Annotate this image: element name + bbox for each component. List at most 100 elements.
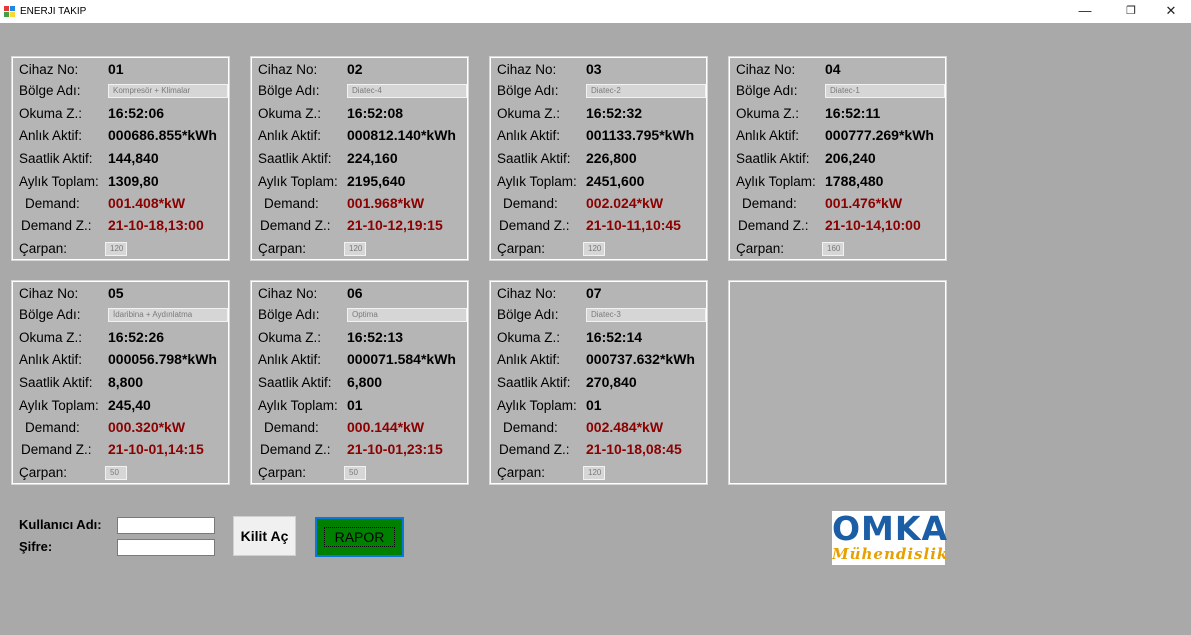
device-panel-05: Cihaz No: 05 Bölge Adı: İdaribina + Aydınla… — [11, 280, 230, 485]
value-monthly: 01 — [586, 397, 602, 413]
value-monthly: 1309,80 — [108, 173, 159, 189]
label-hourly-active: Saatlik Aktif: — [497, 375, 571, 390]
label-demand: Demand: — [503, 420, 558, 435]
label-hourly-active: Saatlik Aktif: — [497, 151, 571, 166]
label-hourly-active: Saatlik Aktif: — [258, 151, 332, 166]
label-instant-active: Anlık Aktif: — [258, 128, 322, 143]
value-hourly: 226,800 — [586, 150, 637, 166]
label-monthly-total: Aylık Toplam: — [497, 398, 577, 413]
label-demand: Demand: — [264, 196, 319, 211]
value-demand: 000.320*kW — [108, 419, 186, 435]
value-monthly: 01 — [347, 397, 363, 413]
value-read-time: 16:52:14 — [586, 329, 643, 345]
label-device-no: Cihaz No: — [19, 286, 79, 301]
region-name-field[interactable]: Diatec-3 — [586, 308, 706, 322]
multiplier-field[interactable]: 120 — [344, 242, 366, 256]
value-no: 06 — [347, 285, 363, 301]
username-input[interactable] — [117, 517, 215, 534]
label-region: Bölge Adı: — [258, 83, 320, 98]
label-demand-time: Demand Z.: — [260, 218, 331, 233]
value-demand: 001.968*kW — [347, 195, 425, 211]
value-instant: 000071.584*kWh — [347, 351, 456, 367]
label-instant-active: Anlık Aktif: — [19, 352, 83, 367]
label-instant-active: Anlık Aktif: — [497, 128, 561, 143]
omka-logo: OMKA Mühendislik — [832, 511, 947, 565]
password-input[interactable] — [117, 539, 215, 556]
device-panel-04: Cihaz No: 04 Bölge Adı: Diatec-1 Okuma Z.: 16… — [728, 56, 947, 261]
label-device-no: Cihaz No: — [497, 62, 557, 77]
multiplier-field[interactable]: 120 — [583, 242, 605, 256]
unlock-button[interactable]: Kilit Aç — [233, 516, 296, 556]
label-instant-active: Anlık Aktif: — [497, 352, 561, 367]
value-monthly: 245,40 — [108, 397, 151, 413]
label-region: Bölge Adı: — [19, 83, 81, 98]
label-monthly-total: Aylık Toplam: — [736, 174, 816, 189]
label-read-time: Okuma Z.: — [497, 330, 561, 345]
device-panel-07: Cihaz No: 07 Bölge Adı: Diatec-3 Okuma Z.: 16… — [489, 280, 708, 485]
multiplier-field[interactable]: 160 — [822, 242, 844, 256]
region-name-field[interactable]: Kompresör + Klimalar — [108, 84, 228, 98]
region-name-field[interactable]: Diatec-2 — [586, 84, 706, 98]
label-demand-time: Demand Z.: — [21, 218, 92, 233]
multiplier-field[interactable]: 120 — [105, 242, 127, 256]
label-read-time: Okuma Z.: — [19, 106, 83, 121]
label-device-no: Cihaz No: — [258, 62, 318, 77]
label-demand-time: Demand Z.: — [21, 442, 92, 457]
region-name-field[interactable]: Diatec-4 — [347, 84, 467, 98]
label-demand: Demand: — [25, 420, 80, 435]
value-no: 07 — [586, 285, 602, 301]
label-monthly-total: Aylık Toplam: — [258, 174, 338, 189]
value-read-time: 16:52:26 — [108, 329, 165, 345]
label-instant-active: Anlık Aktif: — [258, 352, 322, 367]
password-label: Şifre: — [19, 539, 53, 554]
value-demand: 002.024*kW — [586, 195, 664, 211]
label-monthly-total: Aylık Toplam: — [19, 398, 99, 413]
region-name-field[interactable]: İdaribina + Aydınlatma — [108, 308, 228, 322]
window-title: ENERJI TAKIP — [20, 6, 87, 17]
value-read-time: 16:52:13 — [347, 329, 404, 345]
label-region: Bölge Adı: — [497, 307, 559, 322]
region-name-field[interactable]: Optima — [347, 308, 467, 322]
value-demand: 000.144*kW — [347, 419, 425, 435]
value-demand: 002.484*kW — [586, 419, 664, 435]
report-button[interactable]: RAPOR — [315, 517, 404, 557]
value-demand-time: 21-10-18,13:00 — [108, 217, 204, 233]
region-name-field[interactable]: Diatec-1 — [825, 84, 945, 98]
value-demand-time: 21-10-14,10:00 — [825, 217, 921, 233]
label-region: Bölge Adı: — [497, 83, 559, 98]
value-hourly: 8,800 — [108, 374, 144, 390]
value-no: 05 — [108, 285, 124, 301]
value-read-time: 16:52:32 — [586, 105, 643, 121]
close-button[interactable]: ✕ — [1152, 0, 1190, 23]
multiplier-field[interactable]: 50 — [105, 466, 127, 480]
multiplier-field[interactable]: 120 — [583, 466, 605, 480]
label-read-time: Okuma Z.: — [736, 106, 800, 121]
label-demand-time: Demand Z.: — [499, 218, 570, 233]
value-demand-time: 21-10-01,23:15 — [347, 441, 443, 457]
multiplier-field[interactable]: 50 — [344, 466, 366, 480]
label-monthly-total: Aylık Toplam: — [497, 174, 577, 189]
label-demand-time: Demand Z.: — [499, 442, 570, 457]
label-monthly-total: Aylık Toplam: — [258, 398, 338, 413]
device-panel-03: Cihaz No: 03 Bölge Adı: Diatec-2 Okuma Z.: 16… — [489, 56, 708, 261]
device-panel-02: Cihaz No: 02 Bölge Adı: Diatec-4 Okuma Z.: 16… — [250, 56, 469, 261]
value-no: 04 — [825, 61, 841, 77]
maximize-button[interactable]: ❐ — [1112, 0, 1150, 23]
value-hourly: 206,240 — [825, 150, 876, 166]
value-instant: 000737.632*kWh — [586, 351, 695, 367]
label-hourly-active: Saatlik Aktif: — [736, 151, 810, 166]
label-device-no: Cihaz No: — [19, 62, 79, 77]
value-demand: 001.476*kW — [825, 195, 903, 211]
device-panel-06: Cihaz No: 06 Bölge Adı: Optima Okuma Z.: 16:5… — [250, 280, 469, 485]
label-read-time: Okuma Z.: — [258, 106, 322, 121]
label-read-time: Okuma Z.: — [19, 330, 83, 345]
value-no: 02 — [347, 61, 363, 77]
label-device-no: Cihaz No: — [258, 286, 318, 301]
minimize-button[interactable]: — — [1066, 0, 1104, 23]
label-read-time: Okuma Z.: — [497, 106, 561, 121]
label-region: Bölge Adı: — [258, 307, 320, 322]
label-multiplier: Çarpan: — [497, 465, 546, 480]
value-instant: 000056.798*kWh — [108, 351, 217, 367]
label-instant-active: Anlık Aktif: — [19, 128, 83, 143]
label-demand-time: Demand Z.: — [260, 442, 331, 457]
